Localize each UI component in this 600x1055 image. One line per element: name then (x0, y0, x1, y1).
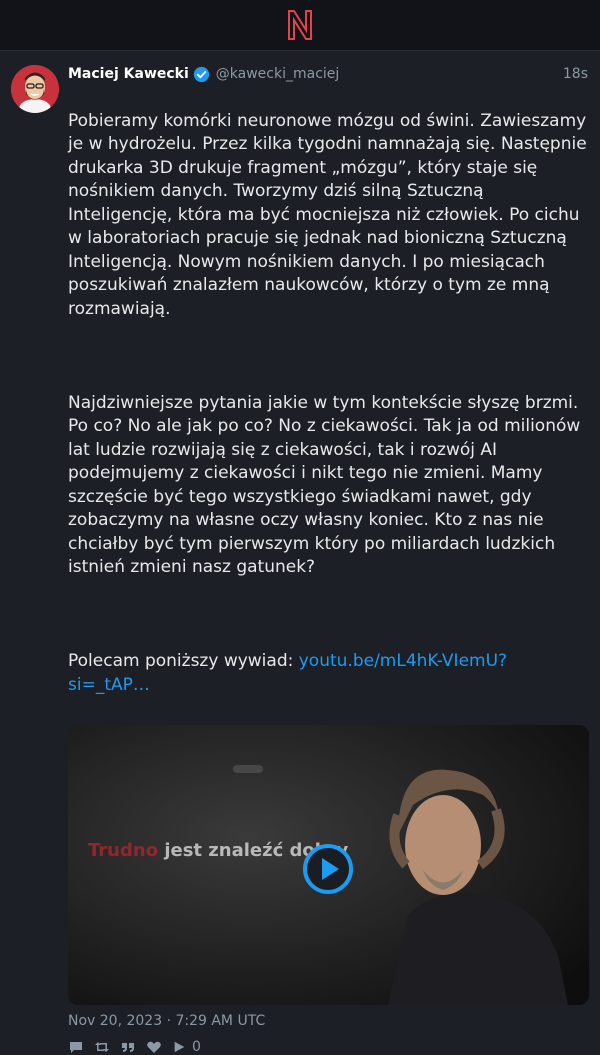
video-player[interactable]: Trudno jest znaleźć dobry (68, 724, 589, 1005)
nitter-logo[interactable] (286, 9, 314, 41)
recommend-text: Polecam poniższy wywiad: (68, 651, 299, 671)
verified-icon (193, 66, 209, 82)
tweet-time[interactable]: 18s (563, 66, 588, 82)
author-name[interactable]: Maciej Kawecki (68, 66, 189, 82)
tweet-paragraph-2: Najdziwniejsze pytania jakie w tym konte… (68, 392, 581, 578)
avatar[interactable] (11, 65, 59, 113)
author-handle[interactable]: @kawecki_maciej (216, 66, 340, 82)
play-icon (174, 1041, 185, 1052)
tweet-paragraph-1: Pobieramy komórki neuronowe mózgu od świ… (68, 110, 587, 319)
quote-icon[interactable] (120, 1039, 136, 1055)
tweet: Maciej Kawecki @kawecki_maciej 18s Pobie… (0, 51, 600, 1055)
like-icon[interactable] (146, 1039, 162, 1055)
tweet-text: Pobieramy komórki neuronowe mózgu od świ… (68, 86, 588, 721)
tweet-actions: 0 (68, 1039, 588, 1055)
views-count: 0 (192, 1038, 201, 1055)
tweet-date[interactable]: Nov 20, 2023 · 7:29 AM UTC (68, 1013, 588, 1029)
retweet-icon[interactable] (94, 1039, 110, 1055)
views-counter[interactable]: 0 (172, 1039, 201, 1055)
reply-icon[interactable] (68, 1039, 84, 1055)
tweet-header: Maciej Kawecki @kawecki_maciej 18s (68, 63, 588, 85)
tweet-paragraph-3: Polecam poniższy wywiad: youtu.be/mL4hK-… (68, 650, 588, 697)
play-icon[interactable] (302, 843, 354, 895)
top-bar (0, 0, 600, 51)
